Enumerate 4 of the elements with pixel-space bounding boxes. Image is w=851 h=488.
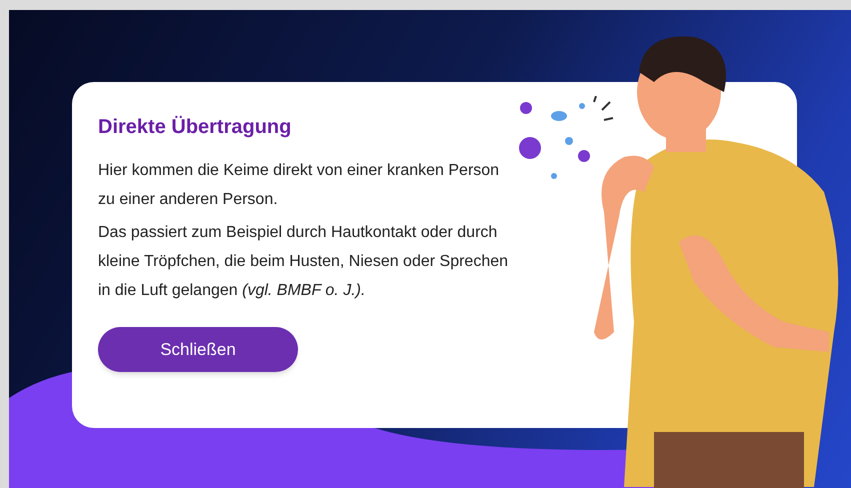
dialog-text: Hier kommen die Keime direkt von einer kranken Person zu einer anderen Person. [98,161,500,210]
close-button[interactable]: Schließen [98,327,298,372]
dialog-title: Direkte Übertragung [98,114,292,140]
dialog-text: Das passiert zum Beispiel durch Hautkontakt oder durch kleine Tröpfchen, die beim Husten, Niesen oder Sprechen in die Luft gelangen (vgl. BMBF o. J.). [98,223,510,301]
